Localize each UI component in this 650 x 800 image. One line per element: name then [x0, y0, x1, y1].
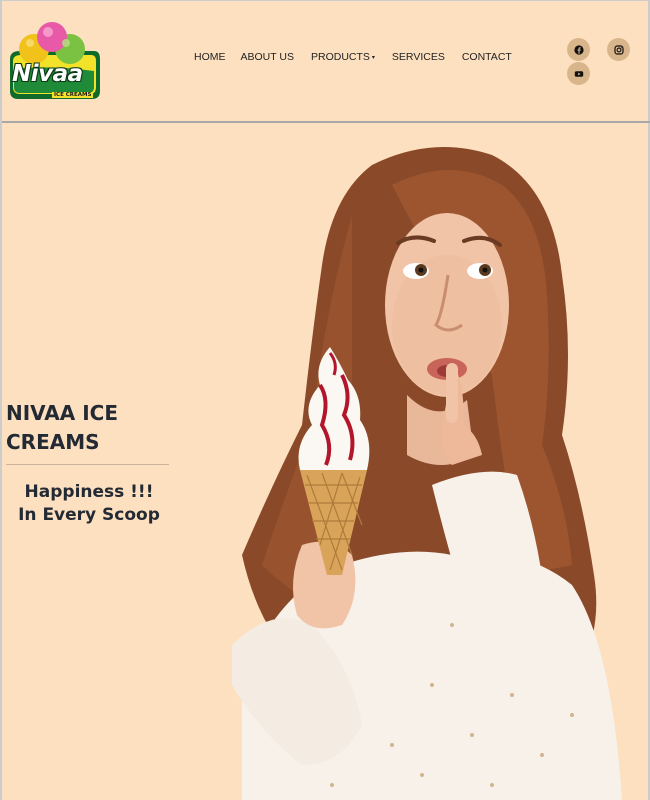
youtube-glyph-icon: [574, 70, 583, 77]
nav-products-label: PRODUCTS: [310, 51, 370, 63]
nav-services[interactable]: SERVICES: [392, 51, 445, 63]
woman-with-ice-cream-icon: [232, 147, 622, 800]
hero-tagline-line2: In Every Scoop: [18, 505, 160, 525]
facebook-glyph-icon: [573, 44, 584, 55]
site-header: Nivaa ICE CREAMS HOME ABOUT US PRODUCTS ▾…: [2, 1, 650, 123]
hero-divider: [6, 464, 169, 465]
facebook-icon[interactable]: [567, 38, 590, 61]
nav-products[interactable]: PRODUCTS ▾: [311, 51, 375, 63]
nav-about-us[interactable]: ABOUT US: [241, 51, 294, 63]
brand-subtitle: ICE CREAMS: [52, 92, 94, 98]
instagram-glyph-icon: [613, 44, 624, 55]
page-frame: Nivaa ICE CREAMS HOME ABOUT US PRODUCTS ▾…: [0, 0, 650, 800]
hero-image: [202, 125, 642, 800]
instagram-icon[interactable]: [607, 38, 630, 61]
nav-contact[interactable]: CONTACT: [462, 51, 512, 63]
youtube-icon[interactable]: [567, 62, 590, 85]
nav-home[interactable]: HOME: [194, 51, 226, 63]
hero-tagline-line1: Happiness !!!: [24, 482, 154, 502]
brand-logo[interactable]: Nivaa ICE CREAMS: [8, 21, 102, 105]
brand-wordmark: Nivaa: [12, 61, 83, 87]
hero-tagline: Happiness !!! In Every Scoop: [6, 481, 172, 527]
hero-title: NIVAA ICE CREAMS: [6, 401, 119, 454]
main-nav: HOME ABOUT US PRODUCTS ▾ SERVICES CONTACT: [194, 51, 512, 63]
chevron-down-icon: ▾: [371, 54, 375, 61]
